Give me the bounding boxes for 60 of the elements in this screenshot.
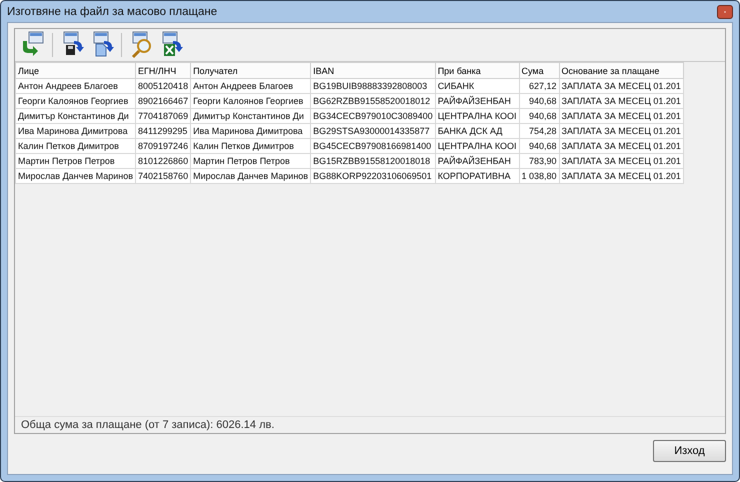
table-cell: КОРПОРАТИВНА [435, 168, 519, 184]
table-cell: Димитър Константинов Ди [190, 108, 311, 124]
table-cell: 7402158760 [136, 168, 191, 184]
table-cell: Ива Маринова Димитрова [190, 124, 311, 138]
table-cell: 940,68 [519, 94, 560, 108]
column-header[interactable]: ЕГН/ЛНЧ [136, 62, 191, 78]
table-cell: BG19BUIB98883392808003 [310, 78, 436, 94]
table-cell: BG29STSA93000014335877 [310, 124, 436, 138]
table-cell: BG34CECB979010C3089400 [310, 108, 436, 124]
table-cell: Антон Андреев Благоев [16, 78, 136, 94]
table-cell: 8902166467 [136, 94, 191, 108]
exit-button[interactable]: Изход [653, 440, 726, 462]
column-header[interactable]: IBAN [310, 62, 436, 78]
table-cell: ЗАПЛАТА ЗА МЕСЕЦ 01.201 [559, 154, 684, 168]
table-cell: Димитър Константинов Ди [16, 108, 136, 124]
table-cell: Калин Петков Димитров [190, 138, 311, 154]
table-cell: 8101226860 [136, 154, 191, 168]
table-cell: ЗАПЛАТА ЗА МЕСЕЦ 01.201 [559, 94, 684, 108]
column-header[interactable]: Получател [190, 62, 311, 78]
table-cell: 940,68 [519, 138, 560, 154]
close-button[interactable] [717, 4, 733, 18]
table-cell: ЦЕНТРАЛНА КООI [435, 108, 519, 124]
column-header[interactable]: Сума [519, 62, 560, 78]
table-cell: ЗАПЛАТА ЗА МЕСЕЦ 01.201 [559, 108, 684, 124]
table-cell: Георги Калоянов Георгиев [190, 94, 311, 108]
column-header[interactable]: При банка [435, 62, 519, 78]
table-cell: СИБАНК [435, 78, 519, 94]
table-cell: Мирослав Данчев Маринов [190, 168, 311, 184]
table-cell: БАНКА ДСК АД [435, 124, 519, 138]
column-header[interactable]: Основание за плащане [559, 62, 684, 78]
table-cell: BG45CECB97908166981400 [310, 138, 436, 154]
table-cell: Мирослав Данчев Маринов [16, 168, 136, 184]
table-cell: 7704187069 [136, 108, 191, 124]
table-cell: Ива Маринова Димитрова [16, 124, 136, 138]
table-cell: ЦЕНТРАЛНА КООI [435, 138, 519, 154]
table-cell: BG62RZBB91558520018012 [310, 94, 436, 108]
column-header[interactable]: Лице [16, 62, 136, 78]
table-cell: Мартин Петров Петров [16, 154, 136, 168]
status-text: Обща сума за плащане (от 7 записа): 6026.14 лв. [21, 419, 274, 431]
table-cell: Георги Калоянов Георгиев [16, 94, 136, 108]
table-cell: 754,28 [519, 124, 560, 138]
table-cell: 627,12 [519, 78, 560, 94]
window-title: Изготвяне на файл за масово плащане [7, 6, 218, 18]
table-cell: ЗАПЛАТА ЗА МЕСЕЦ 01.201 [559, 124, 684, 138]
table-cell: 8411299295 [136, 124, 191, 138]
table-cell: 783,90 [519, 154, 560, 168]
table-cell: РАЙФАЙЗЕНБАН [435, 94, 519, 108]
table-cell: 1 038,80 [519, 168, 560, 184]
table-cell: РАЙФАЙЗЕНБАН [435, 154, 519, 168]
table-cell: Антон Андреев Благоев [190, 78, 311, 94]
table-cell: 8005120418 [136, 78, 191, 94]
table-cell: 940,68 [519, 108, 560, 124]
table-cell: BG88KORP92203106069501 [310, 168, 436, 184]
table-cell: Калин Петков Димитров [16, 138, 136, 154]
table-cell: ЗАПЛАТА ЗА МЕСЕЦ 01.201 [559, 78, 684, 94]
table-cell: Мартин Петров Петров [190, 154, 311, 168]
table-cell: 8709197246 [136, 138, 191, 154]
table-cell: BG15RZBB91558120018018 [310, 154, 436, 168]
table-cell: ЗАПЛАТА ЗА МЕСЕЦ 01.201 [559, 168, 684, 184]
table-cell: ЗАПЛАТА ЗА МЕСЕЦ 01.201 [559, 138, 684, 154]
